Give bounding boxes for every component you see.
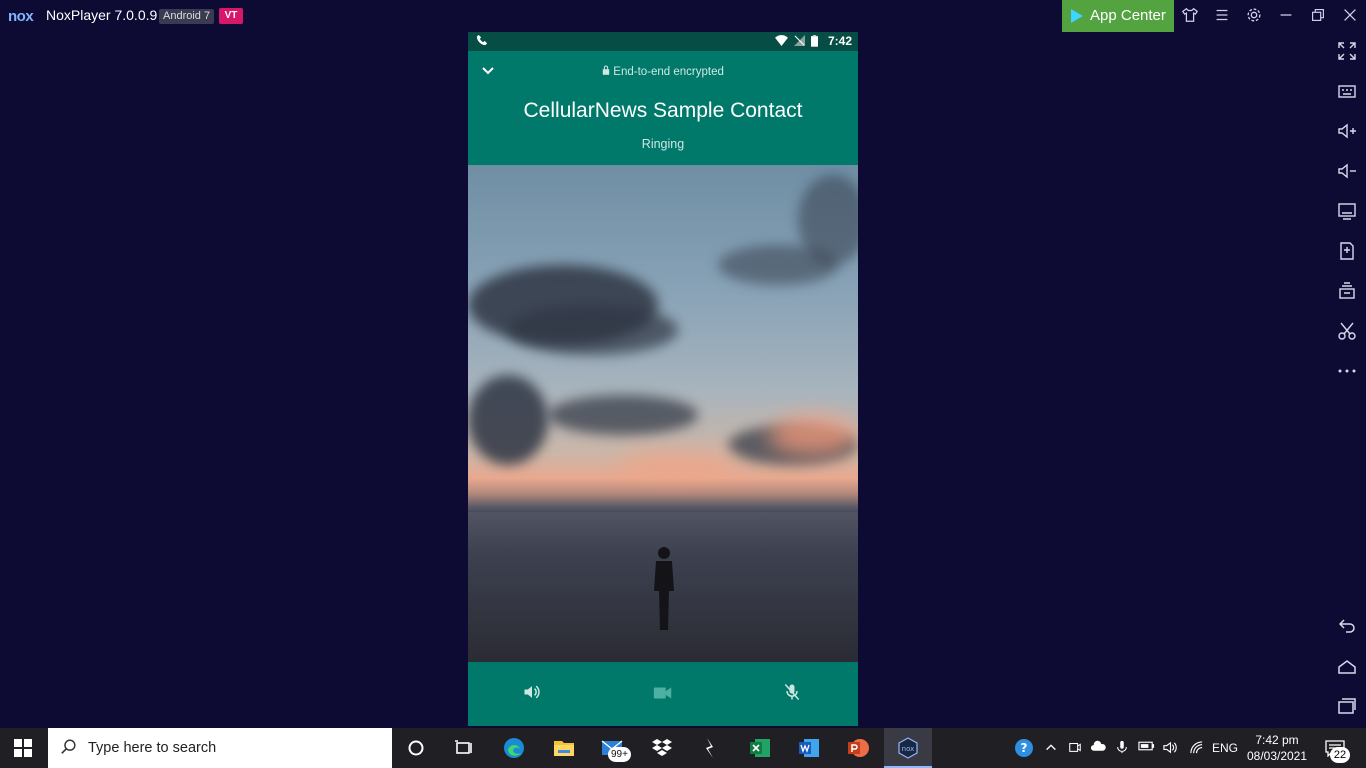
noxplayer-taskbar-button[interactable]: nox [884, 728, 932, 768]
emulator-titlebar: nox NoxPlayer 7.0.0.9 Android 7 VT App C… [0, 0, 1366, 32]
dropbox-icon[interactable] [650, 736, 674, 760]
multi-instance-icon[interactable] [1336, 281, 1358, 303]
restore-icon[interactable] [1308, 6, 1328, 26]
help-icon[interactable]: ? [1014, 738, 1034, 758]
fullscreen-icon[interactable] [1336, 41, 1358, 63]
add-apk-icon[interactable] [1336, 241, 1358, 263]
clock-time: 7:42 pm [1255, 733, 1299, 747]
taskbar-clock[interactable]: 7:42 pm 08/03/2021 [1246, 732, 1308, 764]
android-screen: 7:42 End-to-end encrypted CellularNews S… [468, 32, 858, 726]
edge-browser-icon[interactable] [502, 736, 526, 760]
search-icon [60, 738, 80, 758]
task-view-icon[interactable] [452, 736, 476, 760]
call-status: Ringing [641, 137, 685, 151]
language-indicator[interactable]: ENG [1212, 741, 1238, 755]
contact-name: CellularNews Sample Contact [523, 99, 803, 122]
file-explorer-icon[interactable] [552, 736, 576, 760]
video-camera-icon[interactable] [652, 682, 676, 706]
search-placeholder: Type here to search [88, 740, 217, 756]
minimize-icon[interactable] [1276, 6, 1296, 26]
contact-photo [468, 165, 858, 726]
play-store-icon [1071, 9, 1083, 23]
ongoing-call-icon [476, 34, 488, 49]
mail-badge: 99+ [608, 747, 631, 762]
settings-gear-icon[interactable] [1244, 6, 1264, 26]
theme-shirt-icon[interactable] [1180, 6, 1200, 26]
clock-date: 08/03/2021 [1246, 749, 1308, 763]
volume-up-icon[interactable] [1336, 121, 1358, 143]
cortana-icon[interactable] [404, 736, 428, 760]
no-signal-icon [794, 35, 805, 50]
taskbar-search-box[interactable]: Type here to search [48, 728, 392, 768]
menu-icon[interactable] [1212, 6, 1232, 26]
app-center-button[interactable]: App Center [1062, 0, 1174, 32]
lock-icon [602, 65, 613, 78]
onedrive-icon[interactable] [1090, 740, 1106, 756]
network-icon[interactable] [1188, 740, 1204, 756]
silhouette-figure [654, 547, 674, 630]
svg-text:nox: nox [902, 745, 915, 753]
back-icon[interactable] [1336, 616, 1358, 638]
screen-icon[interactable] [1336, 201, 1358, 223]
swiftkey-icon[interactable] [698, 736, 722, 760]
call-controls [468, 662, 858, 726]
wifi-icon [775, 35, 788, 50]
encryption-text: End-to-end encrypted [613, 66, 724, 78]
svg-text:?: ? [1021, 741, 1028, 755]
battery-icon [811, 35, 818, 50]
keyboard-icon[interactable] [1336, 81, 1358, 103]
notification-count-badge: 22 [1330, 747, 1350, 763]
battery-tray-icon[interactable] [1138, 740, 1155, 756]
meet-now-icon[interactable] [1067, 740, 1083, 756]
status-time: 7:42 [827, 34, 852, 48]
encryption-notice: End-to-end encrypted [468, 65, 858, 78]
android-status-bar: 7:42 [468, 32, 858, 51]
more-icon[interactable] [1336, 361, 1358, 383]
volume-down-icon[interactable] [1336, 161, 1358, 183]
emulator-sidebar [1328, 32, 1366, 728]
nox-logo: nox [8, 8, 34, 25]
call-header: End-to-end encrypted CellularNews Sample… [468, 51, 858, 165]
scissors-icon[interactable] [1336, 321, 1358, 343]
recents-icon[interactable] [1336, 696, 1358, 718]
microphone-icon[interactable] [1114, 740, 1130, 756]
app-center-label: App Center [1090, 7, 1166, 24]
excel-icon[interactable] [748, 736, 772, 760]
word-icon[interactable] [797, 736, 821, 760]
windows-taskbar: Type here to search 99+ nox ? ENG 7:42 p… [0, 728, 1366, 768]
windows-start-icon[interactable] [14, 739, 32, 757]
chevron-up-icon[interactable] [1043, 740, 1059, 756]
powerpoint-icon[interactable] [846, 736, 870, 760]
close-icon[interactable] [1340, 6, 1360, 26]
vt-badge[interactable]: VT [219, 8, 243, 24]
speaker-icon[interactable] [522, 682, 546, 706]
volume-tray-icon[interactable] [1162, 740, 1178, 756]
mute-microphone-icon[interactable] [782, 682, 806, 706]
home-icon[interactable] [1336, 657, 1358, 679]
app-title: NoxPlayer 7.0.0.9 [46, 7, 158, 23]
android-version-badge: Android 7 [159, 9, 215, 24]
